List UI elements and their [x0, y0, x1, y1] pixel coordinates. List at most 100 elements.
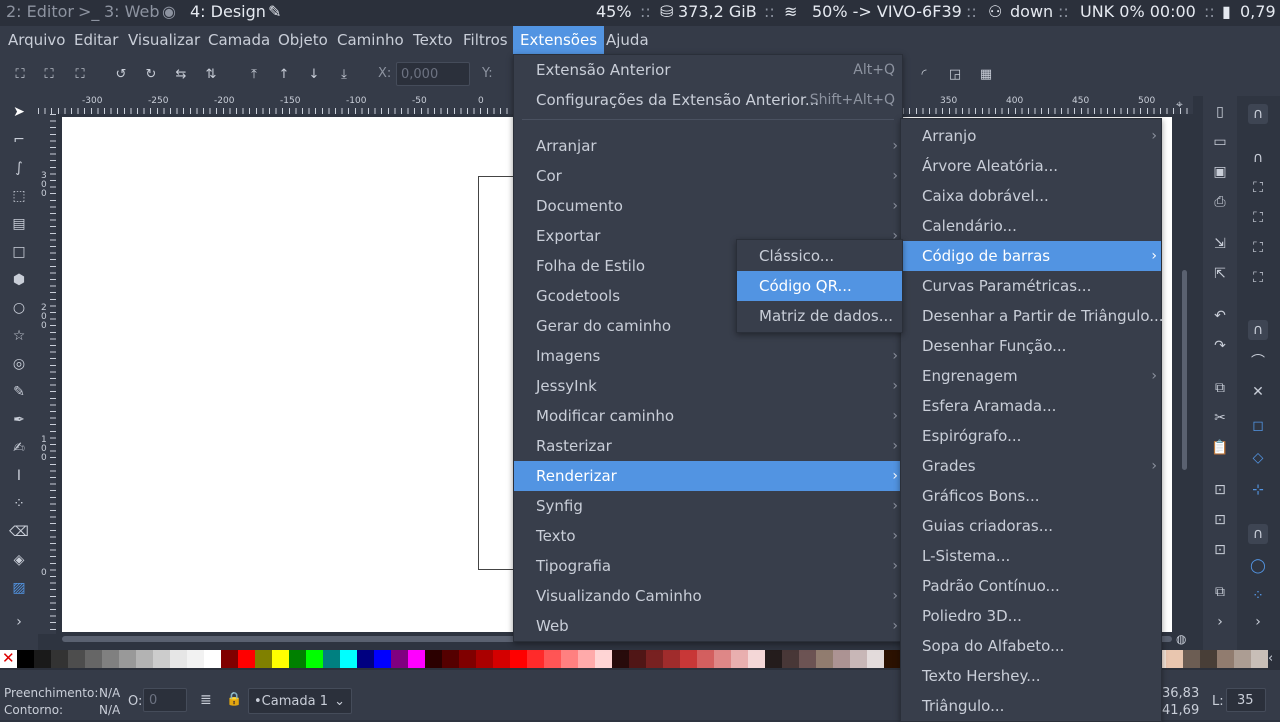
color-swatch[interactable]: [459, 650, 476, 668]
pencil-tool-icon[interactable]: ✎: [9, 382, 29, 402]
workspace-design[interactable]: 4: Design: [190, 2, 266, 21]
stroke-value[interactable]: N/A: [99, 703, 120, 717]
raise-icon[interactable]: ↑: [275, 66, 293, 84]
copy-icon[interactable]: ⧉: [1210, 378, 1230, 398]
color-swatch[interactable]: [272, 650, 289, 668]
toolbox-expand-chevron-icon[interactable]: ›: [9, 612, 29, 632]
color-swatch[interactable]: [68, 650, 85, 668]
rectangle-tool-icon[interactable]: □: [9, 242, 29, 262]
zoom-input[interactable]: 35: [1226, 688, 1266, 712]
barcode-item-classico[interactable]: Clássico...: [737, 241, 902, 271]
render-item-desenhar-funcao[interactable]: Desenhar Função...: [901, 331, 1161, 361]
zoom-tool-icon[interactable]: ⬚: [9, 186, 29, 206]
ext-item-synfig[interactable]: Synfig ›: [514, 491, 902, 521]
color-swatch[interactable]: [102, 650, 119, 668]
color-swatch[interactable]: [85, 650, 102, 668]
transform-stroke-icon[interactable]: ◜: [915, 66, 933, 84]
color-swatch[interactable]: [170, 650, 187, 668]
undo-icon[interactable]: ↶: [1210, 306, 1230, 326]
render-item-grades[interactable]: Grades ›: [901, 451, 1161, 481]
node-tool-icon[interactable]: ⌐: [9, 130, 29, 150]
color-swatch[interactable]: [578, 650, 595, 668]
render-item-espirografo[interactable]: Espirógrafo...: [901, 421, 1161, 451]
color-swatch[interactable]: [204, 650, 221, 668]
snap-bbox-icon[interactable]: ∩: [1248, 148, 1268, 168]
select-all-icon[interactable]: ⛶: [11, 66, 29, 84]
render-item-poliedro-3d[interactable]: Poliedro 3D...: [901, 601, 1161, 631]
ellipse-tool-icon[interactable]: ○: [9, 298, 29, 318]
vertical-ruler[interactable]: 3 0 0 2 0 0 1 0 0 0: [38, 114, 56, 634]
selector-tool-icon[interactable]: ➤: [9, 102, 29, 122]
rotate-cw-icon[interactable]: ↻: [142, 66, 160, 84]
color-swatch[interactable]: [391, 650, 408, 668]
ext-item-renderizar[interactable]: Renderizar ›: [514, 461, 902, 491]
deselect-icon[interactable]: ⛶: [71, 66, 89, 84]
ext-item-imagens[interactable]: Imagens ›: [514, 341, 902, 371]
x-input[interactable]: 0,000: [396, 62, 470, 86]
snap-bbox-center-icon[interactable]: ⛶: [1248, 268, 1268, 288]
color-swatch[interactable]: [510, 650, 527, 668]
layer-lock-icon[interactable]: 🔒: [226, 692, 242, 707]
render-item-guias-criadoras[interactable]: Guias criadoras...: [901, 511, 1161, 541]
spiral-tool-icon[interactable]: ◎: [9, 354, 29, 374]
menu-extensoes[interactable]: Extensões: [513, 26, 605, 54]
color-swatch[interactable]: [1166, 650, 1183, 668]
paint-bucket-tool-icon[interactable]: ◈: [9, 550, 29, 570]
ext-item-rasterizar[interactable]: Rasterizar ›: [514, 431, 902, 461]
snap-path-icon[interactable]: ⌒: [1248, 352, 1268, 372]
ext-item-web[interactable]: Web ›: [514, 611, 902, 641]
color-swatch[interactable]: [357, 650, 374, 668]
color-swatch[interactable]: [527, 650, 544, 668]
layer-dropdown[interactable]: •Camada 1 ⌄: [248, 688, 352, 714]
snap-midpoint-icon[interactable]: ⊹: [1248, 480, 1268, 500]
barcode-item-codigo-qr[interactable]: Código QR...: [737, 271, 902, 301]
zoom-drawing-icon[interactable]: ⊡: [1210, 510, 1230, 530]
menu-texto[interactable]: Texto: [406, 26, 460, 54]
menu-arquivo[interactable]: Arquivo: [1, 26, 72, 54]
color-swatch[interactable]: [1217, 650, 1234, 668]
color-swatch[interactable]: [816, 650, 833, 668]
raise-to-top-icon[interactable]: ⤒: [245, 66, 263, 84]
snapbar-expand-chevron-icon[interactable]: ›: [1248, 612, 1268, 632]
zoom-corner-icon[interactable]: ⌖: [1176, 97, 1183, 112]
render-item-padrao-continuo[interactable]: Padrão Contínuo...: [901, 571, 1161, 601]
color-swatch[interactable]: [34, 650, 51, 668]
transform-corners-icon[interactable]: ◲: [946, 66, 964, 84]
rotate-ccw-icon[interactable]: ↺: [112, 66, 130, 84]
color-swatch[interactable]: [374, 650, 391, 668]
star-tool-icon[interactable]: ☆: [9, 326, 29, 346]
snap-others-icon[interactable]: ∩: [1248, 524, 1268, 544]
menu-ajuda[interactable]: Ajuda: [599, 26, 656, 54]
color-swatch[interactable]: [680, 650, 697, 668]
transform-gradient-icon[interactable]: ▦: [977, 66, 995, 84]
pen-tool-icon[interactable]: ✒: [9, 410, 29, 430]
ext-item-extensao-anterior[interactable]: Extensão Anterior Alt+Q: [514, 55, 902, 85]
snap-smooth-icon[interactable]: ◇: [1248, 448, 1268, 468]
color-swatch[interactable]: [1200, 650, 1217, 668]
render-item-texto-hershey[interactable]: Texto Hershey...: [901, 661, 1161, 691]
color-swatch[interactable]: [595, 650, 612, 668]
ext-item-documento[interactable]: Documento ›: [514, 191, 902, 221]
ext-item-jessyink[interactable]: JessyInk ›: [514, 371, 902, 401]
paste-icon[interactable]: 📋: [1210, 438, 1230, 458]
cmdbar-expand-chevron-icon[interactable]: ›: [1210, 612, 1230, 632]
import-icon[interactable]: ⇲: [1210, 234, 1230, 254]
color-swatch[interactable]: [646, 650, 663, 668]
render-item-codigo-de-barras[interactable]: Código de barras ›: [901, 241, 1161, 271]
calligraphy-tool-icon[interactable]: ✍: [9, 438, 29, 458]
color-swatch[interactable]: [153, 650, 170, 668]
color-swatch[interactable]: [850, 650, 867, 668]
color-swatch[interactable]: [1234, 650, 1251, 668]
select-all-layers-icon[interactable]: ⛶: [40, 66, 58, 84]
cut-icon[interactable]: ✂: [1210, 408, 1230, 428]
workspace-editor[interactable]: 2: Editor: [6, 2, 74, 21]
color-swatch[interactable]: [833, 650, 850, 668]
color-swatch[interactable]: [476, 650, 493, 668]
color-swatch[interactable]: [136, 650, 153, 668]
color-swatch[interactable]: [748, 650, 765, 668]
eraser-tool-icon[interactable]: ⌫: [9, 522, 29, 542]
render-item-triangulo[interactable]: Triângulo...: [901, 691, 1161, 721]
vertical-scrollbar[interactable]: [1182, 270, 1187, 470]
print-icon[interactable]: ⎙: [1210, 192, 1230, 212]
color-swatch[interactable]: [306, 650, 323, 668]
